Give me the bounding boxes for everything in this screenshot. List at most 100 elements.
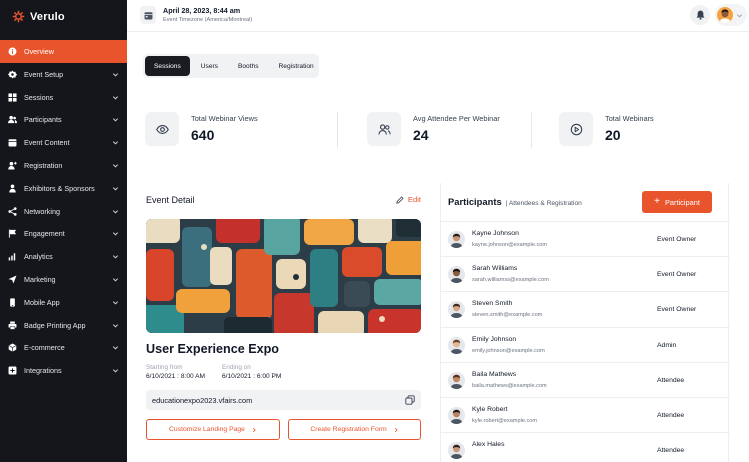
sidebar-item-event-setup[interactable]: Event Setup [0, 63, 127, 86]
sidebar-nav: Overview Event Setup Sessions Participan… [0, 40, 127, 382]
chevron-down-icon [112, 141, 119, 145]
participant-name: Kyle Robert [472, 405, 508, 413]
event-banner-image [146, 219, 421, 333]
users-icon [377, 123, 391, 135]
tab-booths[interactable]: Booths [229, 56, 268, 76]
list-item[interactable]: Sarah Williams sarah.williamss@example.co… [441, 256, 730, 291]
participants-subtitle-text: Attendees & Registration [508, 200, 582, 207]
participant-role: Event Owner [657, 271, 697, 279]
chevron-down-icon [112, 187, 119, 191]
tab-sessions[interactable]: Sessions [145, 56, 190, 76]
participant-role: Attendee [657, 411, 685, 419]
chevron-down-icon [112, 164, 119, 168]
stat-divider [337, 112, 338, 148]
event-detail-title: Event Detail [146, 195, 195, 205]
create-registration-form-button[interactable]: Create Registration Form [288, 419, 421, 440]
participants-title: Participants [448, 196, 502, 207]
list-item[interactable]: Steven Smith steven.smith@example.com Even… [441, 291, 730, 326]
copy-icon[interactable] [405, 395, 415, 405]
chevron-down-icon [112, 118, 119, 122]
list-item[interactable]: Emily Johnson emily.johnson@example.com Ad… [441, 326, 730, 362]
chevron-down-icon [112, 209, 119, 214]
stat-icon-box [145, 112, 179, 146]
sidebar-item-label: Overview [24, 47, 54, 56]
sidebar-item-analytics[interactable]: Analytics [0, 245, 127, 268]
sidebar-item-label: Exhibitors & Sponsors [24, 183, 95, 193]
list-item[interactable]: Baila Mathews baila.mathews@example.com At… [441, 361, 730, 397]
sidebar-item-label: Event Setup [24, 69, 64, 79]
notifications-button[interactable] [690, 5, 710, 25]
avatar [448, 406, 465, 424]
brand[interactable]: Verulo [0, 0, 127, 33]
play-circle-icon [570, 123, 582, 135]
sidebar-item-participants[interactable]: Participants [0, 109, 127, 132]
stat-total-webinars: Total Webinars 20 [559, 110, 729, 150]
sidebar-item-mobile-app[interactable]: Mobile App [0, 291, 127, 314]
customize-landing-page-button[interactable]: Customize Landing Page [146, 419, 280, 440]
sidebar-item-e-commerce[interactable]: E-commerce [0, 337, 127, 360]
grid-icon [7, 92, 17, 102]
sidebar-item-label: Mobile App [24, 297, 60, 307]
event-calendar-button[interactable] [140, 6, 156, 24]
brand-logo-icon [12, 10, 25, 23]
participant-role: Attendee [657, 447, 685, 455]
event-start: Starting from 6/10/2021 : 8:00 AM [146, 364, 205, 380]
flag-icon [7, 229, 17, 239]
stat-label: Avg Attendee Per Webinar [413, 114, 500, 123]
sidebar-item-label: Integrations [24, 366, 62, 376]
stat-label: Total Webinar Views [191, 114, 258, 123]
sidebar-item-label: Event Content [24, 138, 70, 148]
overview-tabs: Sessions Users Booths Registration [143, 54, 319, 78]
participants-list: Kayne Johnson kayne.johnson@example.com Ev… [441, 221, 730, 462]
sidebar-item-overview[interactable]: Overview [0, 40, 127, 63]
sidebar-item-engagement[interactable]: Engagement [0, 223, 127, 246]
sidebar-item-marketing[interactable]: Marketing [0, 268, 127, 291]
user-menu[interactable] [715, 4, 747, 26]
chevron-right-icon [252, 427, 256, 432]
list-item[interactable]: Kayne Johnson kayne.johnson@example.com Ev… [441, 221, 730, 256]
list-item[interactable]: Kyle Robert kyle.robert@example.com Attend… [441, 396, 730, 432]
sidebar-item-registration[interactable]: Registration [0, 154, 127, 177]
sidebar-item-event-content[interactable]: Event Content [0, 131, 127, 154]
eye-icon [155, 124, 169, 134]
topbar: April 28, 2023, 8:44 am Event Timezone (… [127, 0, 749, 32]
button-label: Customize Landing Page [169, 426, 245, 433]
participant-email: emily.johnson@example.com [472, 347, 545, 354]
phone-icon [7, 297, 17, 307]
participant-name: Alex Hales [472, 441, 505, 449]
avatar [448, 442, 465, 460]
chevron-right-icon [394, 427, 398, 432]
event-name: User Experience Expo [146, 342, 279, 356]
sidebar-item-label: Participants [24, 115, 62, 125]
list-item[interactable]: Alex Hales Attendee [441, 432, 730, 462]
sidebar-item-integrations[interactable]: Integrations [0, 359, 127, 382]
sidebar-item-sessions[interactable]: Sessions [0, 86, 127, 109]
cube-icon [7, 343, 17, 353]
event-url: educationexpo2023.vfairs.com [152, 395, 253, 405]
chevron-down-icon [736, 13, 743, 17]
person-icon [7, 183, 17, 193]
edit-event-button[interactable]: Edit [396, 195, 421, 204]
send-icon [7, 275, 17, 285]
sidebar-item-label: Sessions [24, 92, 54, 102]
event-url-field[interactable]: educationexpo2023.vfairs.com [146, 390, 421, 410]
participant-name: Baila Mathews [472, 370, 517, 378]
sidebar-item-networking[interactable]: Networking [0, 200, 127, 223]
share-icon [7, 206, 17, 216]
stat-value: 24 [413, 127, 429, 143]
add-participant-button[interactable]: + Participant [642, 191, 712, 213]
sidebar-item-label: Analytics [24, 252, 53, 262]
event-detail-card: Event Detail Edit User Experience Expo S… [143, 183, 423, 462]
tab-users[interactable]: Users [192, 56, 227, 76]
add-participant-label: Participant [664, 197, 700, 207]
participant-name: Steven Smith [472, 300, 513, 308]
avatar [448, 266, 465, 284]
end-label: Ending on [222, 364, 251, 371]
tab-registration[interactable]: Registration [270, 56, 323, 76]
event-datetime: April 28, 2023, 8:44 am [163, 6, 241, 15]
avatar [448, 301, 465, 319]
sidebar-item-badge-printing-app[interactable]: Badge Printing App [0, 314, 127, 337]
participant-role: Attendee [657, 376, 685, 384]
chevron-down-icon [112, 346, 119, 350]
sidebar-item-exhibitors-sponsors[interactable]: Exhibitors & Sponsors [0, 177, 127, 200]
